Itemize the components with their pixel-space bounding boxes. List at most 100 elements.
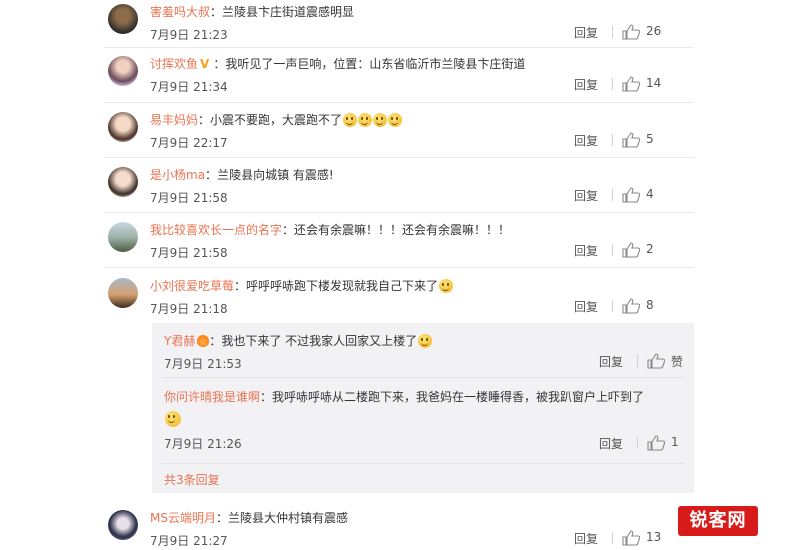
- username[interactable]: MS云端明月: [150, 511, 216, 525]
- reply-item: Y君赫 ：我也下来了 不过我家人回家又上楼了 7月9日 21:53 回复 赞: [152, 329, 694, 373]
- reply-actions: 回复 赞: [599, 353, 684, 371]
- crying-emoji-icon: [388, 113, 403, 127]
- divider: [104, 102, 694, 103]
- like-count: 4: [646, 187, 654, 201]
- comment-line: 我比较喜欢长一点的名字：还会有余震嘛！！！还会有余震嘛！！！: [150, 223, 511, 237]
- reply-button[interactable]: 回复: [574, 132, 598, 149]
- reply-button[interactable]: 回复: [599, 353, 623, 370]
- action-divider: [637, 355, 638, 367]
- comment-line: 小刘很爱吃草莓：呼呼呼哧跑下楼发现就我自己下来了: [150, 278, 454, 294]
- comment-time: 7月9日 21:27: [150, 534, 228, 548]
- divider: [104, 47, 694, 48]
- comment-text: 兰陵县大仲村镇有震感: [228, 511, 349, 525]
- username[interactable]: 小刘很爱吃草莓: [150, 279, 234, 293]
- comment-time: 7月9日 21:58: [150, 191, 228, 205]
- username[interactable]: Y君赫: [164, 334, 195, 348]
- crying-emoji-icon: [343, 113, 358, 127]
- action-divider: [612, 300, 613, 312]
- comment-text: 我听见了一声巨响，位置：山东省临沂市兰陵县卞庄街道: [225, 57, 526, 71]
- comment-item: 害羞吗大叔：兰陵县卞庄街道震感明显 7月9日 21:23 回复 26: [104, 0, 694, 44]
- action-divider: [612, 26, 613, 38]
- thumbs-up-icon[interactable]: [622, 24, 640, 40]
- like-count: 14: [646, 76, 662, 90]
- comment-actions: 回复 5: [574, 132, 694, 150]
- reply-button[interactable]: 回复: [574, 298, 598, 315]
- comment-time: 7月9日 22:17: [150, 136, 228, 150]
- reply-time: 7月9日 21:53: [164, 357, 242, 371]
- thumbs-up-icon[interactable]: [622, 242, 640, 258]
- comment-actions: 回复 13: [574, 530, 694, 548]
- avatar[interactable]: [108, 278, 138, 308]
- comment-text: 呼呼呼哧跑下楼发现就我自己下来了: [246, 279, 439, 293]
- avatar[interactable]: [108, 4, 138, 34]
- crying-emoji-icon: [439, 279, 454, 293]
- action-divider: [612, 532, 613, 544]
- avatar[interactable]: [108, 112, 138, 142]
- thumbs-up-icon[interactable]: [647, 353, 665, 369]
- comment-item: 讨挥欢鱼 V ：我听见了一声巨响，位置：山东省临沂市兰陵县卞庄街道 7月9日 21:…: [104, 52, 694, 96]
- reply-button[interactable]: 回复: [574, 76, 598, 93]
- avatar[interactable]: [108, 167, 138, 197]
- reply-thread: Y君赫 ：我也下来了 不过我家人回家又上楼了 7月9日 21:53 回复 赞 你问…: [152, 323, 694, 493]
- avatar[interactable]: [108, 510, 138, 540]
- comment-item: MS云端明月：兰陵县大仲村镇有震感 7月9日 21:27 回复 13: [104, 506, 694, 550]
- comment-item: 是小杨ma：兰陵县向城镇 有震感! 7月9日 21:58 回复 4: [104, 163, 694, 207]
- avatar[interactable]: [108, 222, 138, 252]
- username[interactable]: 是小杨ma: [150, 168, 205, 182]
- like-count: 8: [646, 298, 654, 312]
- divider: [104, 212, 694, 213]
- thumbs-up-icon[interactable]: [622, 187, 640, 203]
- comment-item: 易丰妈妈：小震不要跑，大震跑不了 7月9日 22:17 回复 5: [104, 108, 694, 152]
- username[interactable]: 易丰妈妈: [150, 113, 198, 127]
- username[interactable]: 讨挥欢鱼: [150, 57, 198, 71]
- comment-time: 7月9日 21:18: [150, 302, 228, 316]
- comment-text: 还会有余震嘛！！！还会有余震嘛！！！: [294, 223, 511, 237]
- reply-actions: 回复 1: [599, 435, 684, 453]
- comment-text: 兰陵县向城镇 有震感!: [217, 168, 334, 182]
- thumbs-up-icon[interactable]: [622, 76, 640, 92]
- like-label[interactable]: 赞: [671, 353, 683, 370]
- comment-time: 7月9日 21:23: [150, 28, 228, 42]
- comment-line: 是小杨ma：兰陵县向城镇 有震感!: [150, 168, 334, 182]
- thumbs-up-icon[interactable]: [622, 132, 640, 148]
- reply-time: 7月9日 21:26: [164, 437, 242, 451]
- fire-badge-icon: [197, 335, 210, 347]
- like-count: 13: [646, 530, 662, 544]
- reply-button[interactable]: 回复: [574, 24, 598, 41]
- comment-actions: 回复 2: [574, 242, 694, 260]
- comment-feed: 害羞吗大叔：兰陵县卞庄街道震感明显 7月9日 21:23 回复 26 讨挥欢鱼 V…: [104, 0, 694, 550]
- username[interactable]: 你问许晴我是谁啊: [164, 390, 260, 404]
- reply-item: 你问许晴我是谁啊：我呼哧呼哧从二楼跑下来，我爸妈在一楼睡得香，被我趴窗户上吓到了…: [152, 385, 694, 459]
- comment-line: 害羞吗大叔：兰陵县卞庄街道震感明显: [150, 5, 355, 19]
- username[interactable]: 我比较喜欢长一点的名字: [150, 223, 282, 237]
- like-count: 2: [646, 242, 654, 256]
- reply-text: 我也下来了 不过我家人回家又上楼了: [221, 334, 418, 348]
- reply-text: 我呼哧呼哧从二楼跑下来，我爸妈在一楼睡得香，被我趴窗户上吓到了: [272, 390, 645, 404]
- reply-button[interactable]: 回复: [599, 435, 623, 452]
- reply-button[interactable]: 回复: [574, 187, 598, 204]
- thumbs-up-icon[interactable]: [622, 298, 640, 314]
- crying-emoji-icon: [373, 113, 388, 127]
- action-divider: [612, 244, 613, 256]
- more-replies-link[interactable]: 共3条回复: [164, 471, 220, 488]
- reply-button[interactable]: 回复: [574, 242, 598, 259]
- action-divider: [612, 78, 613, 90]
- comment-line: MS云端明月：兰陵县大仲村镇有震感: [150, 511, 349, 525]
- thumbs-up-icon[interactable]: [647, 435, 665, 451]
- comment-actions: 回复 4: [574, 187, 694, 205]
- avatar[interactable]: [108, 56, 138, 86]
- comment-text: 小震不要跑，大震跑不了: [210, 113, 343, 127]
- reply-button[interactable]: 回复: [574, 530, 598, 547]
- thumbs-up-icon[interactable]: [622, 530, 640, 546]
- divider: [162, 463, 684, 464]
- comment-text: 兰陵县卞庄街道震感明显: [222, 5, 355, 19]
- like-count: 5: [646, 132, 654, 146]
- crying-emoji-icon: [358, 113, 373, 127]
- like-count: 26: [646, 24, 662, 38]
- comment-line: 讨挥欢鱼 V ：我听见了一声巨响，位置：山东省临沂市兰陵县卞庄街道: [150, 57, 526, 71]
- comment-item: 我比较喜欢长一点的名字：还会有余震嘛！！！还会有余震嘛！！！ 7月9日 21:5…: [104, 218, 694, 262]
- username[interactable]: 害羞吗大叔: [150, 5, 210, 19]
- smiley-emoji-icon: [165, 411, 181, 427]
- comment-actions: 回复 14: [574, 76, 694, 94]
- like-count: 1: [671, 435, 679, 449]
